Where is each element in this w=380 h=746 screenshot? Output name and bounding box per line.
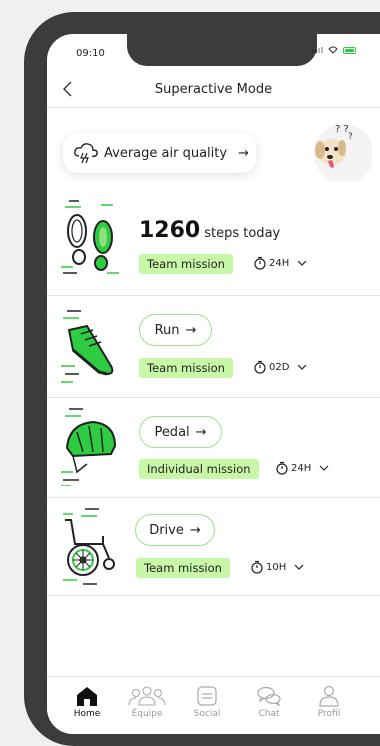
tab-label: Équipe	[131, 709, 163, 719]
pedal-button[interactable]: Pedal →	[139, 416, 222, 448]
arrow-right-icon: →	[195, 424, 207, 440]
chevron-down-icon	[319, 465, 329, 471]
wifi-icon	[328, 46, 338, 54]
tab-label: Home	[73, 709, 101, 719]
timer-dropdown[interactable]: 24H	[253, 256, 307, 270]
svg-text:?: ?	[348, 132, 353, 142]
drive-button[interactable]: Drive →	[135, 514, 215, 546]
mission-tag: Team mission	[139, 254, 233, 274]
drive-label: Drive	[149, 522, 184, 538]
chat-icon	[257, 686, 281, 707]
dog-mascot-icon[interactable]: ? ? ?	[302, 122, 372, 182]
chevron-down-icon	[294, 564, 304, 570]
bike-helmet-icon	[61, 408, 117, 486]
stopwatch-icon	[254, 360, 266, 374]
run-button[interactable]: Run →	[139, 314, 212, 346]
stopwatch-icon	[251, 560, 263, 574]
svg-text:? ?: ? ?	[335, 124, 349, 135]
air-quality-label: Average air quality	[104, 145, 228, 161]
page-header: Superactive Mode	[47, 76, 380, 108]
arrow-right-icon: →	[189, 522, 201, 538]
timer-value: 02D	[269, 361, 290, 373]
team-icon	[128, 686, 166, 706]
timer-dropdown[interactable]: 24H	[275, 461, 329, 475]
mission-tag: Team mission	[139, 358, 233, 378]
arrow-right-icon: →	[238, 145, 249, 161]
signal-icon	[312, 47, 323, 53]
timer-value: 24H	[269, 257, 290, 269]
run-label: Run	[154, 322, 180, 338]
chevron-down-icon	[298, 364, 307, 370]
pedal-label: Pedal	[154, 424, 190, 440]
tab-label: Chat	[258, 709, 280, 719]
footprints-icon	[61, 200, 119, 274]
tab-equipe[interactable]: Équipe	[117, 677, 177, 734]
stopwatch-icon	[254, 256, 266, 270]
tab-social[interactable]: Social	[177, 677, 237, 734]
storm-cloud-icon	[74, 143, 98, 164]
chevron-down-icon	[297, 260, 307, 266]
activity-row-run	[47, 296, 380, 398]
page-title: Superactive Mode	[154, 82, 273, 97]
steps-summary: 1260 steps today	[139, 218, 280, 243]
mission-tag: Individual mission	[139, 459, 259, 479]
battery-icon	[343, 46, 356, 54]
activity-row-drive	[47, 498, 380, 596]
tab-label: Profil	[317, 709, 341, 719]
tab-profil[interactable]: Profil	[299, 677, 359, 734]
steps-label: steps today	[204, 226, 281, 241]
tab-chat[interactable]: Chat	[239, 677, 299, 734]
stopwatch-icon	[276, 461, 288, 475]
mission-tag: Team mission	[136, 558, 230, 578]
tab-home[interactable]: Home	[57, 677, 117, 734]
timer-value: 10H	[266, 561, 287, 573]
running-shoe-icon	[61, 310, 114, 383]
status-time: 09:10	[76, 48, 105, 59]
air-quality-button[interactable]: Average air quality →	[63, 133, 256, 173]
timer-value: 24H	[291, 462, 312, 474]
timer-dropdown[interactable]: 10H	[250, 560, 304, 574]
phone-notch	[127, 34, 317, 66]
timer-dropdown[interactable]: 02D	[253, 360, 307, 374]
profile-icon	[319, 685, 339, 707]
bottom-tab-bar: Home Équipe Social Chat Profil	[47, 676, 380, 734]
tab-label: Social	[193, 709, 221, 719]
social-icon	[197, 686, 217, 706]
steps-count: 1260	[139, 218, 201, 243]
arrow-right-icon: →	[185, 322, 197, 338]
home-icon	[77, 687, 97, 706]
activity-row-pedal	[47, 398, 380, 498]
wheelchair-icon	[63, 508, 115, 585]
app-screen: 09:10 Superactive Mode Average air quali…	[47, 34, 380, 734]
status-icons	[312, 46, 356, 54]
